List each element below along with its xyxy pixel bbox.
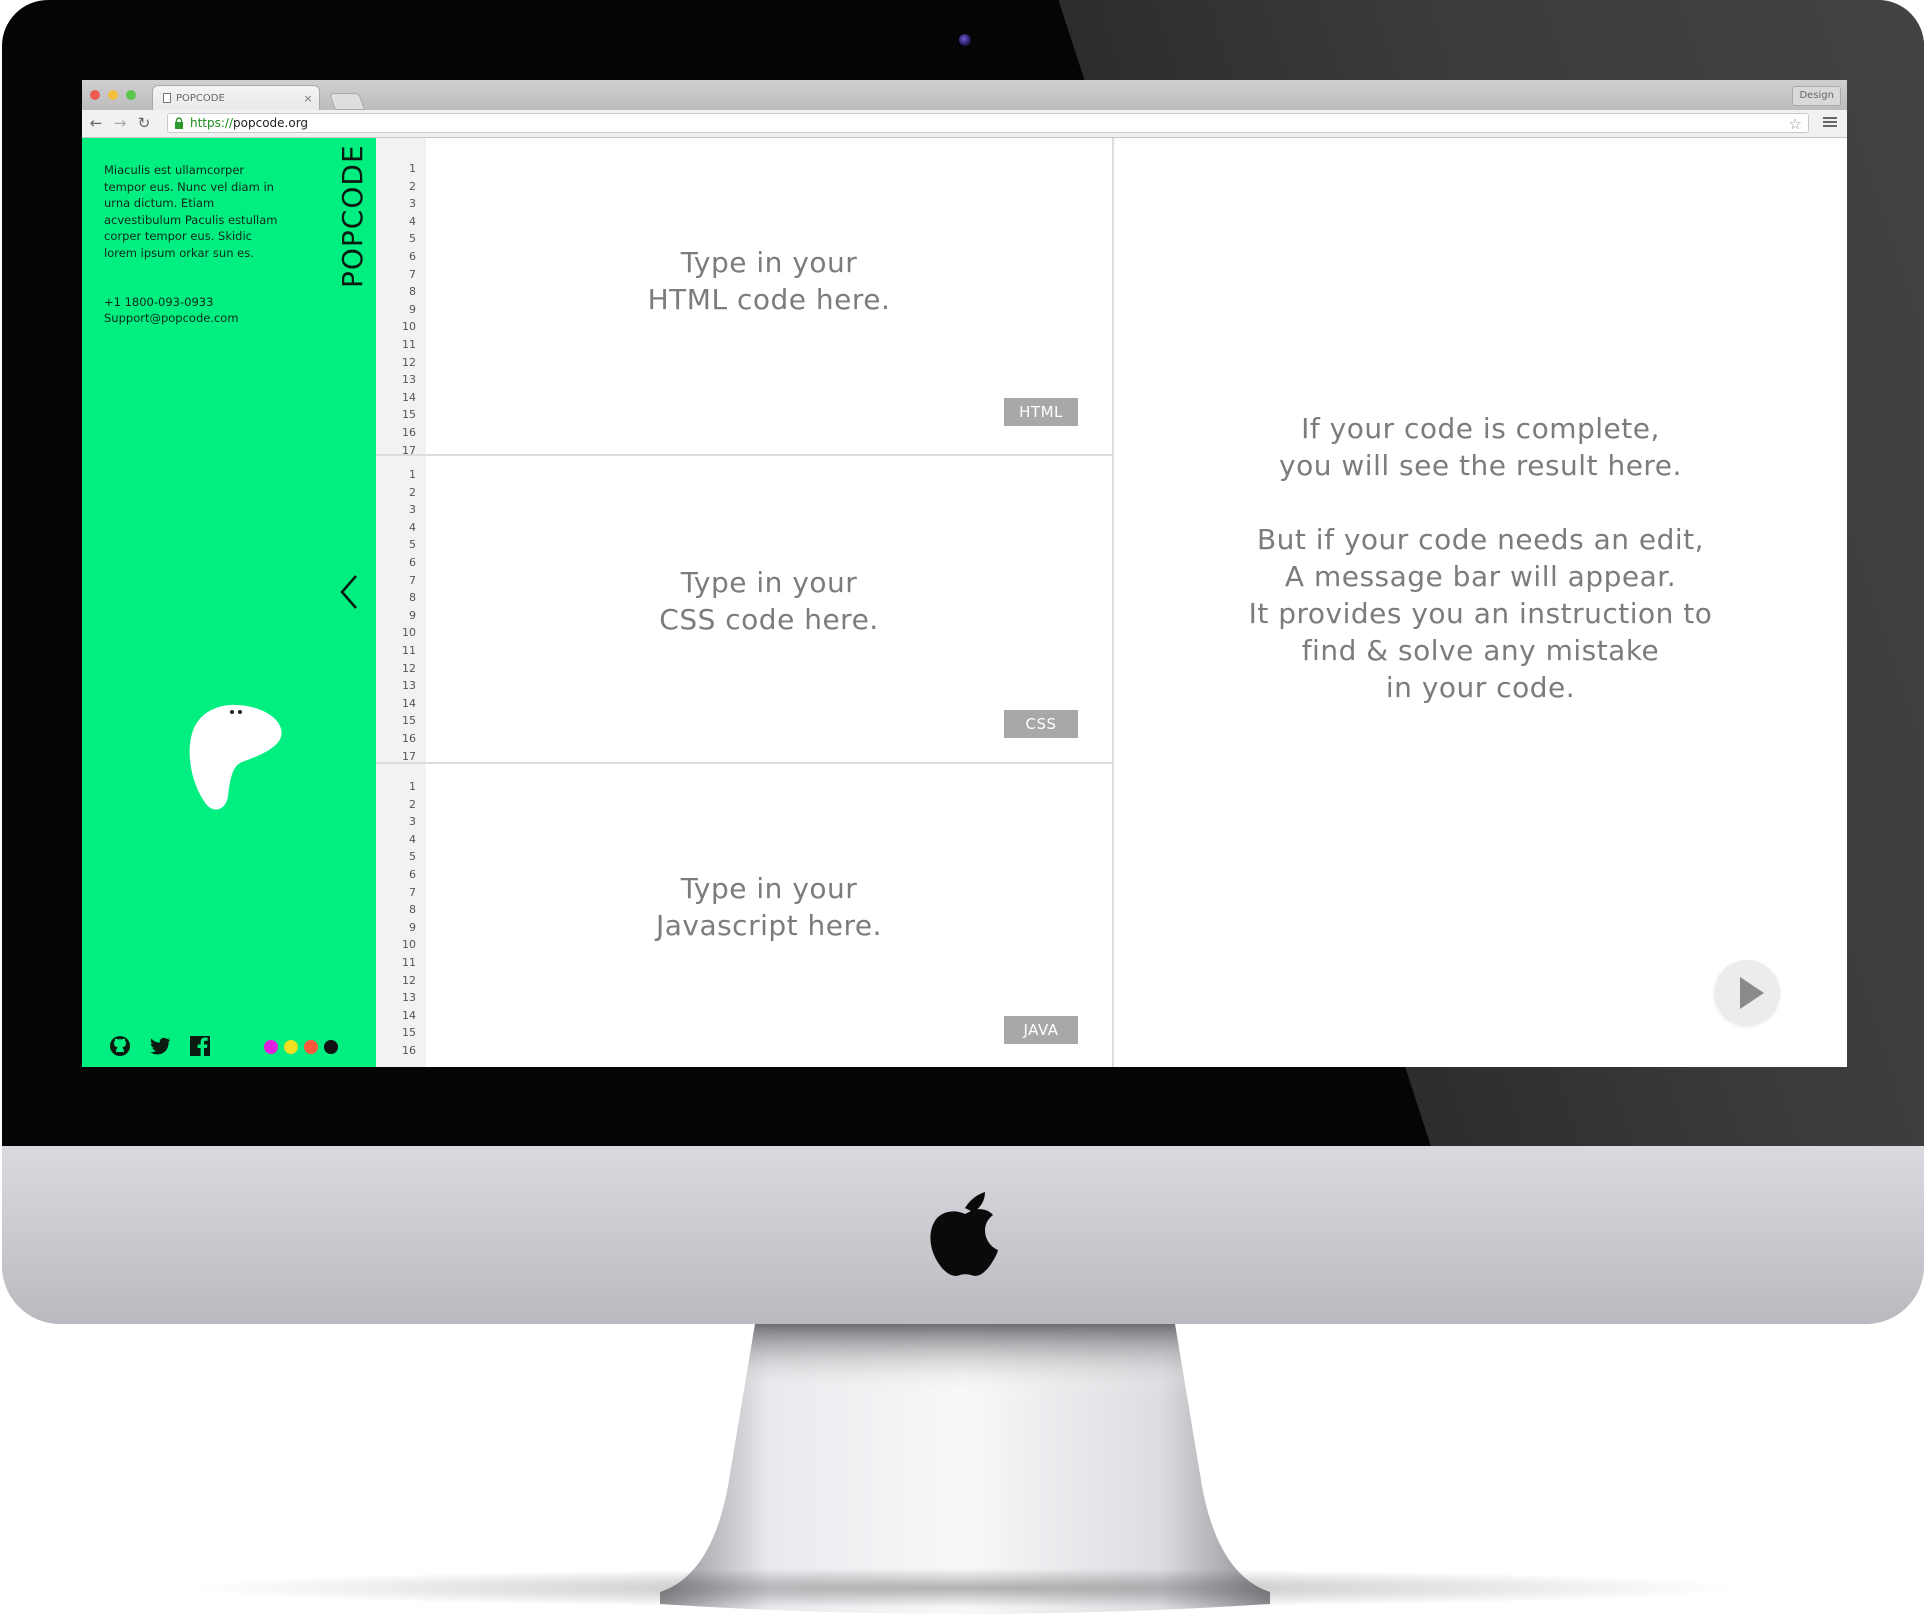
browser-window: POPCODE × Design ← → ↻ https:// popcode.…	[82, 80, 1847, 1067]
js-placeholder: Type in your Javascript here.	[655, 872, 883, 942]
line-numbers: 1 2 3 4 5 6 7 8 9 10 11 12 13 14 15 16 1…	[376, 138, 426, 457]
theme-dot-magenta[interactable]	[264, 1040, 278, 1054]
java-badge: JAVA	[1004, 1016, 1078, 1044]
url-scheme: https://	[190, 116, 234, 130]
tab-bar: POPCODE × Design	[82, 80, 1847, 110]
html-editor[interactable]: 1 2 3 4 5 6 7 8 9 10 11 12 13 14 15 16 1…	[376, 138, 1112, 457]
lock-icon	[175, 117, 183, 129]
theme-dot-coral[interactable]	[304, 1040, 318, 1054]
css-placeholder: Type in your CSS code here.	[659, 566, 879, 636]
profile-button[interactable]: Design	[1792, 86, 1841, 106]
window-controls	[90, 90, 136, 100]
twitter-icon[interactable]	[148, 1034, 172, 1058]
code-editors: 1 2 3 4 5 6 7 8 9 10 11 12 13 14 15 16 1…	[376, 138, 1112, 1067]
new-tab-button[interactable]	[328, 93, 366, 110]
browser-toolbar: ← → ↻ https:// popcode.org ☆	[82, 110, 1847, 138]
apple-logo-icon	[930, 1192, 998, 1276]
tab-title: POPCODE	[176, 92, 225, 104]
tab-close-icon[interactable]: ×	[301, 92, 315, 105]
theme-dot-yellow[interactable]	[284, 1040, 298, 1054]
run-button[interactable]	[1714, 960, 1780, 1026]
menu-icon[interactable]	[1823, 115, 1837, 129]
forward-arrow-icon[interactable]: →	[110, 113, 130, 133]
bookmark-star-icon[interactable]: ☆	[1789, 115, 1802, 133]
github-icon[interactable]	[108, 1034, 132, 1058]
theme-dot-black[interactable]	[324, 1040, 338, 1054]
sidebar-description: Miaculis est ullamcorper tempor eus. Nun…	[104, 163, 278, 260]
tab-popcode[interactable]: POPCODE ×	[152, 85, 320, 110]
preview-pane: If your code is complete, you will see t…	[1114, 138, 1847, 1067]
facebook-icon[interactable]	[188, 1034, 212, 1058]
html-placeholder: Type in your HTML code here.	[647, 246, 891, 316]
stand-shadow	[180, 1568, 1750, 1608]
play-icon	[1740, 977, 1764, 1009]
reload-icon[interactable]: ↻	[134, 113, 154, 133]
theme-color-picker	[264, 1040, 338, 1054]
support-email[interactable]: Support@popcode.com	[104, 311, 239, 325]
html-badge: HTML	[1004, 398, 1078, 426]
url-host: popcode.org	[233, 116, 309, 130]
monitor-chin	[2, 1146, 1924, 1324]
camera-icon	[959, 34, 971, 46]
url-bar[interactable]: https:// popcode.org ☆	[167, 113, 1809, 133]
preview-error-message: But if your code needs an edit, A messag…	[1248, 523, 1713, 704]
maximize-window-button[interactable]	[126, 90, 136, 100]
line-numbers: 1 2 3 4 5 6 7 8 9 10 11 12 13 14 15 16 1…	[376, 456, 426, 763]
line-numbers: 1 2 3 4 5 6 7 8 9 10 11 12 13 14 15 16	[376, 764, 426, 1067]
preview-result-message: If your code is complete, you will see t…	[1279, 412, 1682, 482]
close-window-button[interactable]	[90, 90, 100, 100]
minimize-window-button[interactable]	[108, 90, 118, 100]
brand-logo: POPCODE	[336, 144, 369, 288]
js-editor[interactable]: 1 2 3 4 5 6 7 8 9 10 11 12 13 14 15 16 T…	[376, 764, 1112, 1067]
mascot-icon	[189, 704, 282, 810]
collapse-chevron-icon[interactable]	[338, 572, 362, 612]
support-phone: +1 1800-093-0933	[104, 295, 214, 309]
page-icon	[163, 93, 171, 103]
social-links	[108, 1034, 212, 1058]
sidebar: Miaculis est ullamcorper tempor eus. Nun…	[82, 138, 376, 1067]
css-editor[interactable]: 1 2 3 4 5 6 7 8 9 10 11 12 13 14 15 16 1…	[376, 456, 1112, 764]
css-badge: CSS	[1004, 710, 1078, 738]
popcode-app: Miaculis est ullamcorper tempor eus. Nun…	[82, 138, 1847, 1067]
back-arrow-icon[interactable]: ←	[86, 113, 106, 133]
